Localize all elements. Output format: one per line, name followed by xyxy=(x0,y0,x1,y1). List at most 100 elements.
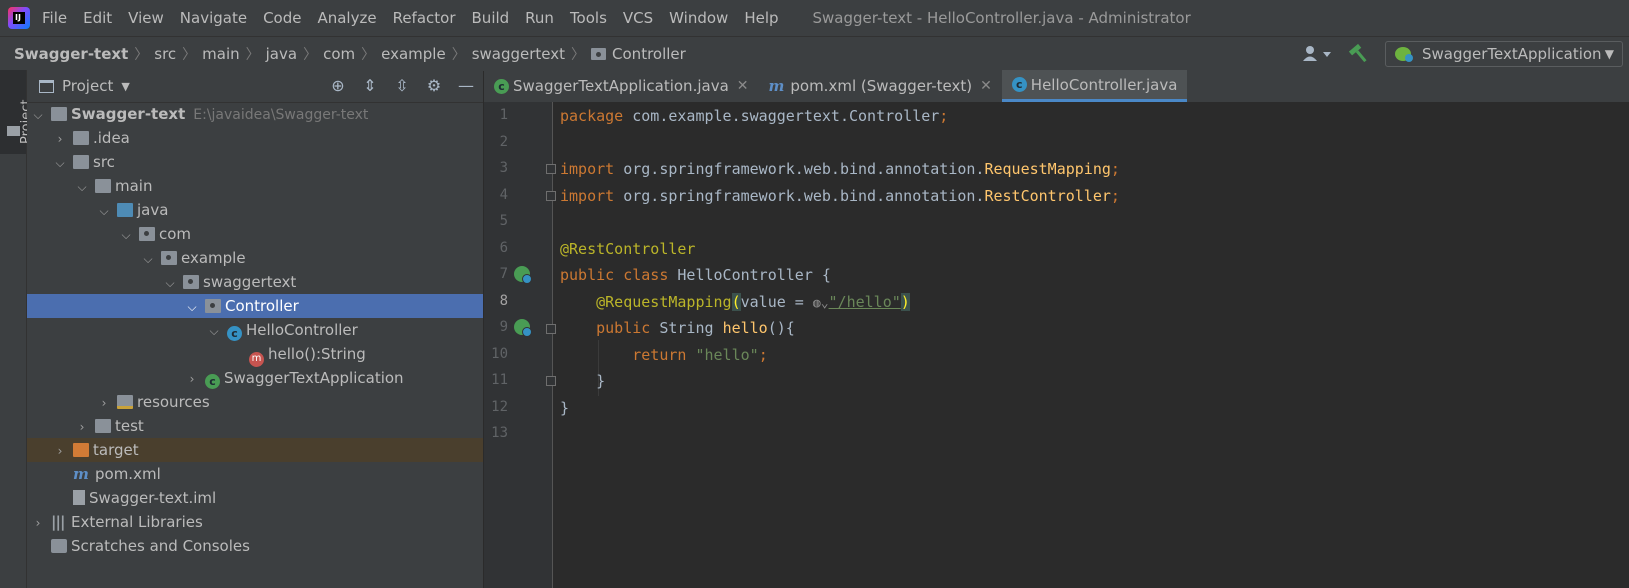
menu-edit[interactable]: Edit xyxy=(83,0,112,36)
tab-label: pom.xml (Swagger-text) xyxy=(790,77,973,95)
chevron-right-icon[interactable]: › xyxy=(31,511,45,535)
menu-build[interactable]: Build xyxy=(472,0,510,36)
menu-bar: IJ File Edit View Navigate Code Analyze … xyxy=(0,0,1629,36)
user-icon[interactable] xyxy=(1301,44,1335,64)
tab-swaggertextapplication[interactable]: c SwaggerTextApplication.java ✕ xyxy=(484,70,759,102)
expand-all-icon[interactable]: ⇕ xyxy=(361,77,379,95)
project-tool-window-tab[interactable]: Project xyxy=(0,70,34,154)
code-editor[interactable]: 1 2 3 4 5 6 7 8 9 10 11 12 13 package co… xyxy=(484,102,1629,588)
breadcrumb-com[interactable]: com xyxy=(323,45,355,63)
intellij-logo-icon[interactable]: IJ xyxy=(8,7,30,29)
chevron-down-icon[interactable]: ⌵ xyxy=(31,103,45,127)
tree-item-swaggertextapplication[interactable]: › c SwaggerTextApplication xyxy=(27,366,483,390)
tree-item-pom[interactable]: m pom.xml xyxy=(27,462,483,486)
chevron-down-icon[interactable]: ⌵ xyxy=(185,295,199,319)
breadcrumb-controller[interactable]: Controller xyxy=(612,45,686,63)
menu-run[interactable]: Run xyxy=(525,0,554,36)
chevron-down-icon[interactable]: ⌵ xyxy=(53,151,67,175)
breadcrumb-java[interactable]: java xyxy=(266,45,297,63)
maven-icon: m xyxy=(768,77,785,95)
menu-vcs[interactable]: VCS xyxy=(623,0,653,36)
fold-marker-icon[interactable] xyxy=(546,164,556,174)
tree-item-target[interactable]: › target xyxy=(27,438,483,462)
tab-label: SwaggerTextApplication.java xyxy=(513,77,729,95)
tree-item-src[interactable]: ⌵ src xyxy=(27,150,483,174)
chevron-right-icon[interactable]: › xyxy=(75,415,89,439)
chevron-right-icon: 〉 xyxy=(361,47,376,63)
line-number: 2 xyxy=(499,134,508,150)
tree-item-hello-method[interactable]: m hello():String xyxy=(27,342,483,367)
breadcrumb-src[interactable]: src xyxy=(154,45,176,63)
breadcrumb-project[interactable]: Swagger-text xyxy=(14,45,128,63)
chevron-right-icon: 〉 xyxy=(451,47,466,63)
chevron-down-icon[interactable]: ▼ xyxy=(121,80,129,93)
code-line-11: } xyxy=(596,372,606,390)
folder-icon xyxy=(95,419,111,433)
tree-item-com[interactable]: ⌵ com xyxy=(27,222,483,246)
tree-item-label: src xyxy=(93,153,115,171)
tree-item-external-libraries[interactable]: › ||| External Libraries xyxy=(27,510,483,534)
spring-boot-class-icon: c xyxy=(205,374,220,389)
build-hammer-icon[interactable] xyxy=(1349,43,1371,65)
menu-tools[interactable]: Tools xyxy=(570,0,607,36)
chevron-right-icon[interactable]: › xyxy=(53,127,67,151)
menu-navigate[interactable]: Navigate xyxy=(180,0,247,36)
locate-target-icon[interactable]: ⊕ xyxy=(329,77,347,95)
tree-item-main[interactable]: ⌵ main xyxy=(27,174,483,198)
close-icon[interactable]: ✕ xyxy=(980,78,992,94)
code-line-4: import org.springframework.web.bind.anno… xyxy=(560,187,1120,205)
breadcrumb-swaggertext[interactable]: swaggertext xyxy=(472,45,565,63)
chevron-down-icon[interactable]: ⌵ xyxy=(97,199,111,223)
menu-code[interactable]: Code xyxy=(263,0,301,36)
tree-item-example[interactable]: ⌵ example xyxy=(27,246,483,270)
package-folder-icon xyxy=(591,48,607,60)
breadcrumb-example[interactable]: example xyxy=(381,45,446,63)
tree-item-project-root[interactable]: ⌵ Swagger-text E:\javaidea\Swagger-text xyxy=(27,102,483,126)
chevron-down-icon[interactable]: ⌵ xyxy=(75,175,89,199)
hide-minimize-icon[interactable]: — xyxy=(457,77,475,95)
breadcrumb-main[interactable]: main xyxy=(202,45,239,63)
tree-item-controller[interactable]: ⌵ Controller xyxy=(27,294,483,318)
tree-item-hellocontroller[interactable]: ⌵ c HelloController xyxy=(27,318,483,342)
menu-refactor[interactable]: Refactor xyxy=(393,0,456,36)
tree-item-label: example xyxy=(181,249,246,267)
tree-item-resources[interactable]: › resources xyxy=(27,390,483,414)
fold-marker-icon[interactable] xyxy=(546,324,556,334)
tree-item-swaggertext[interactable]: ⌵ swaggertext xyxy=(27,270,483,294)
chevron-right-icon[interactable]: › xyxy=(185,367,199,391)
chevron-right-icon[interactable]: › xyxy=(97,391,111,415)
tree-item-test[interactable]: › test xyxy=(27,414,483,438)
chevron-right-icon[interactable]: › xyxy=(53,439,67,463)
web-endpoint-gutter-icon[interactable] xyxy=(514,319,532,337)
run-configuration-select[interactable]: SwaggerTextApplication ▼ xyxy=(1385,41,1623,67)
project-panel-title[interactable]: Project xyxy=(62,77,113,95)
menu-help[interactable]: Help xyxy=(744,0,778,36)
line-number: 3 xyxy=(499,160,508,176)
tree-item-iml[interactable]: Swagger-text.iml xyxy=(27,486,483,510)
tree-item-java[interactable]: ⌵ java xyxy=(27,198,483,222)
chevron-down-icon[interactable]: ⌵ xyxy=(163,271,177,295)
collapse-all-icon[interactable]: ⇳ xyxy=(393,77,411,95)
chevron-down-icon[interactable]: ⌵ xyxy=(141,247,155,271)
close-icon[interactable]: ✕ xyxy=(737,78,749,94)
chevron-down-icon[interactable]: ⌵ xyxy=(119,223,133,247)
chevron-down-icon[interactable]: ⌵ xyxy=(207,319,221,343)
menu-window[interactable]: Window xyxy=(669,0,728,36)
menu-view[interactable]: View xyxy=(128,0,164,36)
tree-item-label: test xyxy=(115,417,144,435)
menu-analyze[interactable]: Analyze xyxy=(317,0,376,36)
editor-tab-bar: c SwaggerTextApplication.java ✕ m pom.xm… xyxy=(484,70,1629,103)
tree-item-scratches[interactable]: Scratches and Consoles xyxy=(27,534,483,558)
tab-pom[interactable]: m pom.xml (Swagger-text) ✕ xyxy=(759,70,1002,102)
globe-icon[interactable]: ◍⌄ xyxy=(813,296,829,311)
tab-hellocontroller[interactable]: c HelloController.java xyxy=(1001,70,1188,102)
spring-bean-gutter-icon[interactable] xyxy=(514,266,532,284)
tree-item-idea[interactable]: › .idea xyxy=(27,126,483,150)
package-folder-icon xyxy=(161,251,177,265)
menu-file[interactable]: File xyxy=(42,0,67,36)
chevron-down-icon: ▼ xyxy=(1604,47,1614,61)
java-class-icon: c xyxy=(227,326,242,341)
fold-marker-icon[interactable] xyxy=(546,376,556,386)
fold-marker-icon[interactable] xyxy=(546,191,556,201)
gear-icon[interactable]: ⚙ xyxy=(425,77,443,95)
